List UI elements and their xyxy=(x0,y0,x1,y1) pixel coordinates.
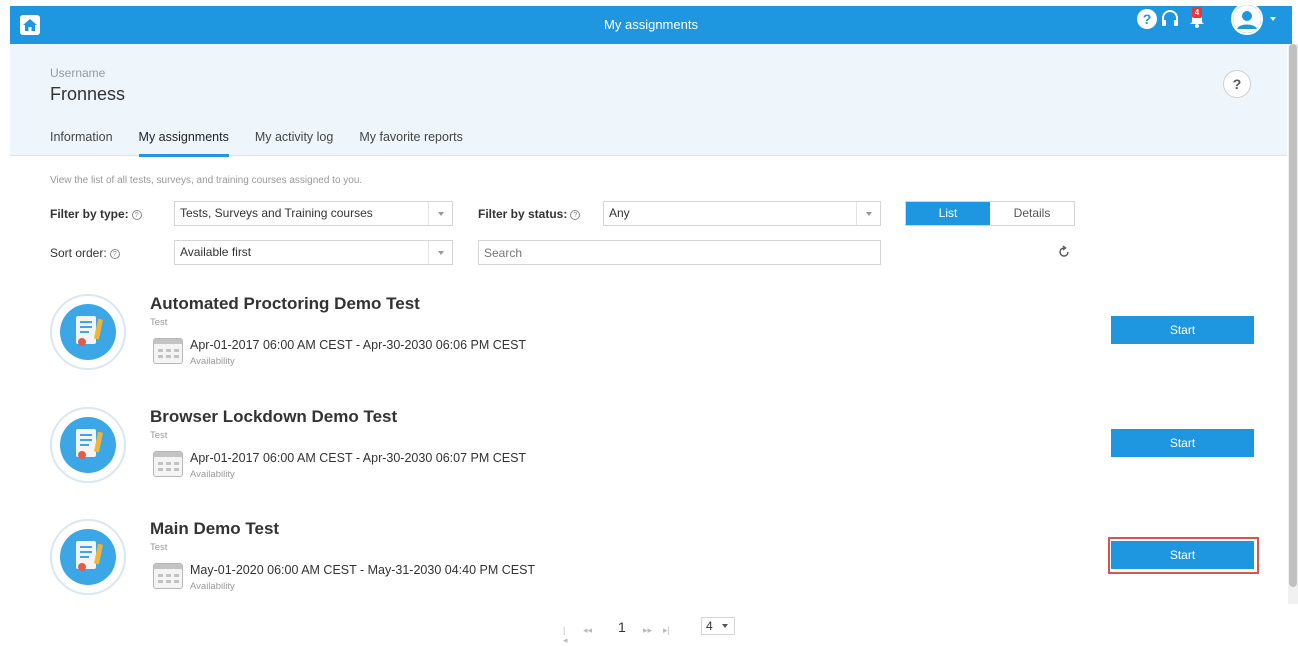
assignment-dates: Apr-01-2017 06:00 AM CEST - Apr-30-2030 … xyxy=(190,451,527,465)
tab-information[interactable]: Information xyxy=(50,130,113,156)
start-button[interactable]: Start xyxy=(1111,316,1254,344)
availability-label: Availability xyxy=(190,356,235,367)
sort-order-value: Available first xyxy=(180,245,252,259)
view-details-button[interactable]: Details xyxy=(990,202,1074,225)
assignment-title[interactable]: Automated Proctoring Demo Test xyxy=(150,294,420,314)
test-document-icon xyxy=(50,519,126,595)
assignment-item: Main Demo Test Test May-01-2020 06:00 AM… xyxy=(0,519,1298,619)
chevron-down-icon xyxy=(428,241,452,264)
filter-type-label: Filter by type:? xyxy=(50,207,142,221)
username-value: Fronness xyxy=(50,84,126,104)
assignment-type: Test xyxy=(150,317,168,328)
refresh-icon[interactable] xyxy=(1057,245,1071,259)
profile-header: Username Fronness ? Information My assig… xyxy=(10,44,1287,157)
assignments-description: View the list of all tests, surveys, and… xyxy=(50,175,363,186)
username-label: Username xyxy=(50,66,106,80)
sort-order-select[interactable]: Available first xyxy=(174,240,453,265)
page-size-select[interactable]: 4 xyxy=(701,617,735,635)
help-icon[interactable]: ? xyxy=(1137,9,1157,29)
tab-my-activity-log[interactable]: My activity log xyxy=(255,130,334,156)
tab-my-assignments[interactable]: My assignments xyxy=(138,130,230,157)
assignment-title[interactable]: Main Demo Test xyxy=(150,519,279,539)
help-button[interactable]: ? xyxy=(1223,70,1251,98)
info-icon[interactable]: ? xyxy=(570,210,581,220)
assignment-dates: May-01-2020 06:00 AM CEST - May-31-2030 … xyxy=(190,563,536,577)
view-list-button[interactable]: List xyxy=(906,202,990,225)
next-page-icon[interactable]: ▸▸ xyxy=(643,625,652,636)
assignment-item: Automated Proctoring Demo Test Test Apr-… xyxy=(0,294,1298,394)
assignment-title[interactable]: Browser Lockdown Demo Test xyxy=(150,407,397,427)
calendar-icon xyxy=(153,338,183,364)
view-toggle: List Details xyxy=(905,201,1075,226)
headset-icon[interactable] xyxy=(1160,9,1180,29)
calendar-icon xyxy=(153,563,183,589)
tab-my-favorite-reports[interactable]: My favorite reports xyxy=(359,130,463,156)
assignment-dates: Apr-01-2017 06:00 AM CEST - Apr-30-2030 … xyxy=(190,338,527,352)
user-avatar-icon[interactable] xyxy=(1231,3,1263,35)
filter-status-value: Any xyxy=(609,206,630,220)
prev-page-icon[interactable]: ◂◂ xyxy=(583,625,592,636)
availability-label: Availability xyxy=(190,469,235,480)
notification-badge: 4 xyxy=(1192,7,1202,18)
test-document-icon xyxy=(50,407,126,483)
profile-tabs: Information My assignments My activity l… xyxy=(50,130,489,157)
page-title: My assignments xyxy=(604,17,698,32)
assignment-type: Test xyxy=(150,542,168,553)
search-input[interactable] xyxy=(478,240,881,265)
filter-type-value: Tests, Surveys and Training courses xyxy=(180,206,373,220)
chevron-down-icon[interactable] xyxy=(1270,17,1276,21)
assignment-item: Browser Lockdown Demo Test Test Apr-01-2… xyxy=(0,407,1298,507)
availability-label: Availability xyxy=(190,581,235,592)
scrollbar[interactable] xyxy=(1288,44,1298,604)
filter-status-select[interactable]: Any xyxy=(603,201,881,226)
filter-type-select[interactable]: Tests, Surveys and Training courses xyxy=(174,201,453,226)
info-icon[interactable]: ? xyxy=(109,249,120,259)
first-page-icon[interactable]: |◂ xyxy=(563,625,568,646)
sort-order-label: Sort order:? xyxy=(50,246,120,260)
assignment-type: Test xyxy=(150,430,168,441)
scrollbar-thumb[interactable] xyxy=(1289,44,1297,587)
info-icon[interactable]: ? xyxy=(131,210,142,220)
last-page-icon[interactable]: ▸| xyxy=(663,625,670,636)
test-document-icon xyxy=(50,294,126,370)
start-button[interactable]: Start xyxy=(1111,429,1254,457)
filter-status-label: Filter by status:? xyxy=(478,207,581,221)
calendar-icon xyxy=(153,451,183,477)
top-bar: My assignments xyxy=(10,6,1292,44)
chevron-down-icon xyxy=(428,202,452,225)
chevron-down-icon xyxy=(856,202,880,225)
highlight-frame xyxy=(1108,537,1259,574)
